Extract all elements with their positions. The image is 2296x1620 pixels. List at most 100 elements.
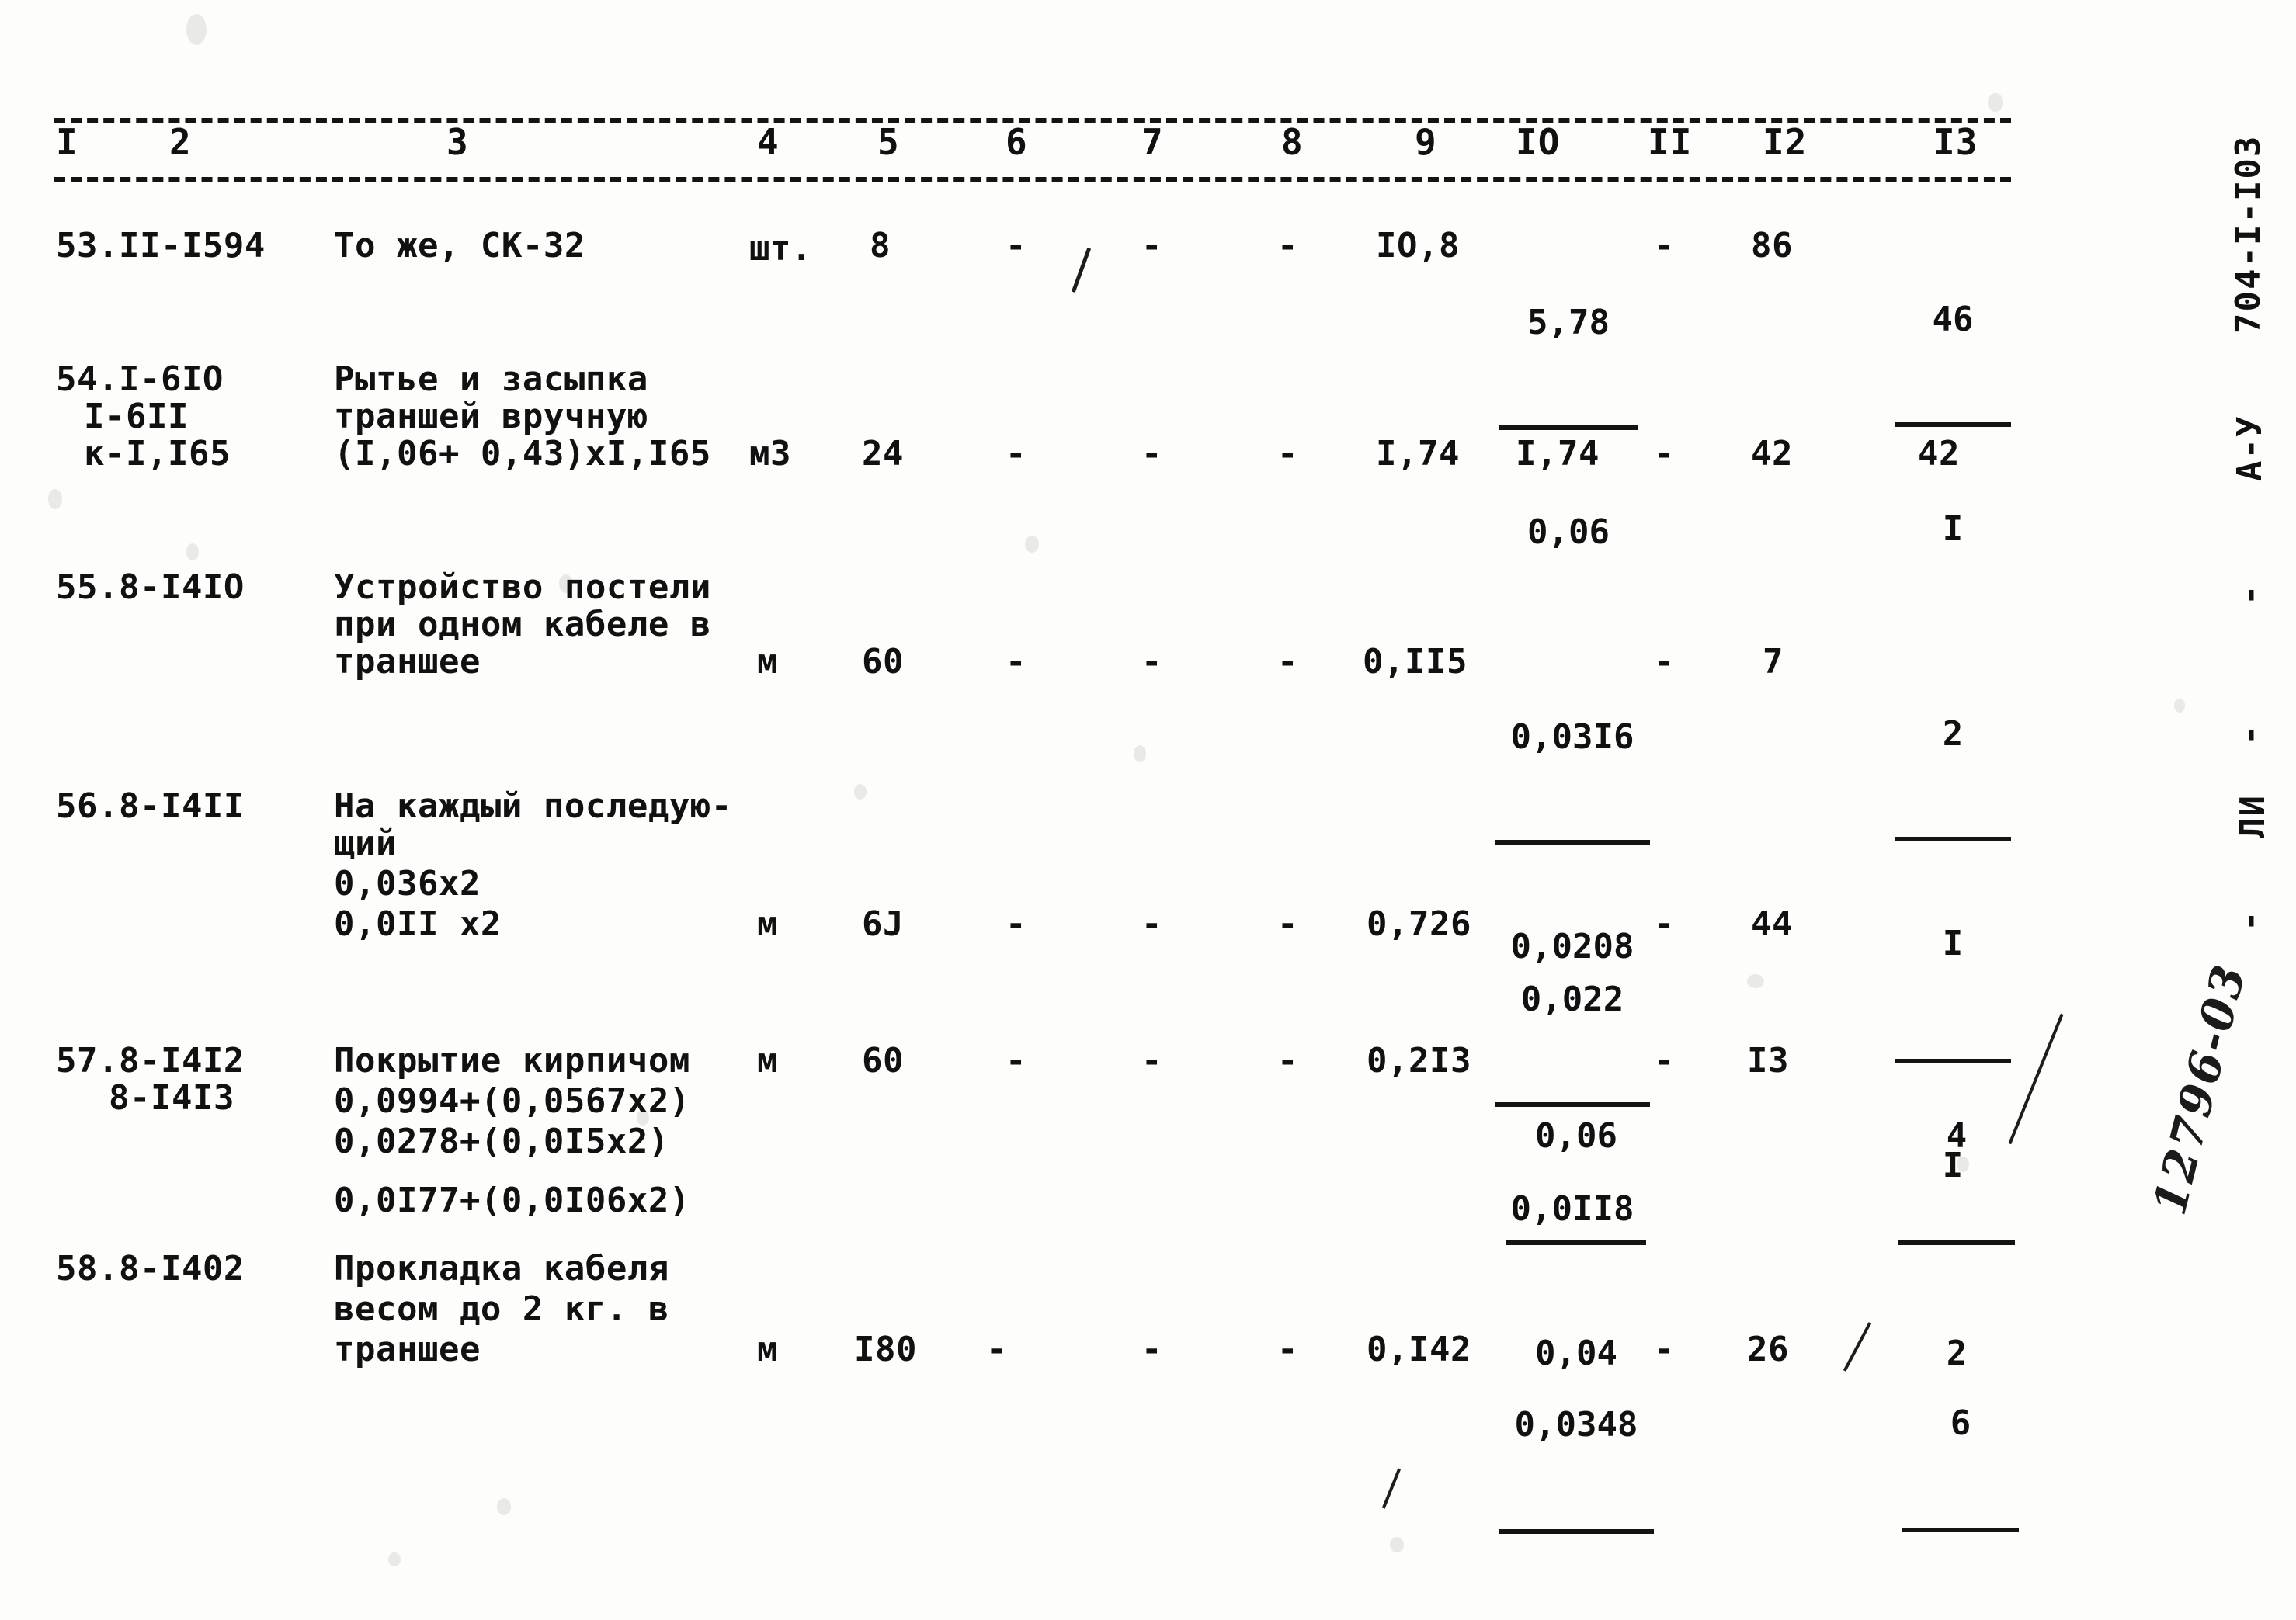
row-col11: -	[1654, 642, 1675, 682]
row-col8: -	[1277, 904, 1298, 944]
row-description-line: Рытье и засыпка	[334, 359, 648, 399]
row-col7: -	[1141, 434, 1162, 474]
column-header-12: I2	[1763, 121, 1808, 163]
row-code-line3: к-I,I65	[84, 434, 231, 474]
row-col8: -	[1277, 1330, 1298, 1369]
row-col7: -	[1141, 642, 1162, 682]
row-col10-fraction: 0,0348 0,0I47	[1499, 1324, 1654, 1620]
handwritten-archive-number: 12796-03	[2143, 958, 2256, 1220]
row-col12: 86	[1751, 226, 1793, 265]
row-description-line: На каждый последую-	[334, 786, 732, 826]
row-description-line: 0,0I77+(0,0I06х2)	[334, 1181, 690, 1220]
row-description-line: траншей вручную	[334, 397, 648, 436]
row-description-line: (I,06+ 0,43)xI,I65	[334, 434, 711, 474]
fraction-denominator: 0,06	[1527, 512, 1610, 552]
row-description-line: щий	[334, 824, 397, 863]
row-col11: -	[1654, 1041, 1675, 1081]
row-description-line: То же, СК-32	[334, 226, 585, 265]
row-code: 54.I-6IO	[56, 359, 224, 399]
row-col6: -	[986, 1330, 1007, 1369]
row-col7: -	[1141, 1330, 1162, 1369]
row-quantity: 24	[862, 434, 904, 474]
row-col9: 0,II5	[1363, 642, 1468, 682]
row-col11: -	[1654, 904, 1675, 944]
row-col13-fraction: 46 I	[1895, 219, 2011, 630]
row-col7: -	[1141, 904, 1162, 944]
row-unit: м3	[749, 434, 791, 474]
scan-blotch	[2174, 699, 2185, 713]
row-description-line: 0,0278+(0,0I5х2)	[334, 1122, 669, 1161]
row-col12: 26	[1747, 1330, 1789, 1369]
row-col12: 44	[1751, 904, 1793, 944]
row-code: 58.8-I402	[56, 1249, 245, 1289]
fraction-numerator: 2	[1942, 714, 1964, 754]
margin-dash-2: -	[2230, 724, 2270, 746]
row-unit: шт.	[749, 229, 812, 269]
row-col10-fraction: 5,78 0,06	[1499, 222, 1638, 633]
table-top-rule	[54, 118, 2011, 123]
margin-label: ЛИ	[2233, 794, 2273, 838]
column-header-3: 3	[446, 121, 469, 163]
row-quantity: 6J	[862, 904, 904, 944]
column-header-10: IO	[1516, 121, 1561, 163]
row-col8: -	[1277, 1041, 1298, 1081]
scan-pen-stroke	[1843, 1322, 1872, 1372]
row-description-line: траншее	[334, 642, 481, 682]
scan-blotch	[1988, 93, 2003, 112]
row-col6: -	[1006, 226, 1026, 265]
column-header-4: 4	[757, 121, 780, 163]
column-header-2: 2	[169, 121, 192, 163]
row-quantity: I80	[854, 1330, 917, 1369]
scan-pen-stroke	[1381, 1468, 1402, 1509]
row-col8: -	[1277, 434, 1298, 474]
row-unit: м	[757, 1330, 778, 1369]
fraction-numerator: 0,022	[1520, 980, 1624, 1019]
row-col6: -	[1006, 904, 1026, 944]
scan-blotch	[1134, 745, 1146, 762]
scan-pen-stroke	[1071, 247, 1092, 293]
scan-blotch	[186, 14, 207, 45]
fraction-denominator: I	[1942, 509, 1964, 549]
fraction-numerator: 0,03I6	[1510, 717, 1634, 757]
row-unit: м	[757, 642, 778, 682]
row-code: 56.8-I4II	[56, 786, 245, 826]
fraction-numerator: 0,06	[1535, 1116, 1617, 1156]
row-col9: 0,2I3	[1367, 1041, 1471, 1081]
row-col9: I,74	[1376, 434, 1460, 474]
scan-blotch	[1747, 974, 1764, 988]
row-description-line: Покрытие кирпичом	[334, 1041, 690, 1081]
row-col6: -	[1006, 642, 1026, 682]
fraction-numerator: 6	[1950, 1403, 1971, 1443]
scanned-page: I 2 3 4 5 6 7 8 9 IO II I2 I3 53.II-I594…	[0, 0, 2296, 1620]
margin-sheet-code: 704-I-I03	[2228, 134, 2268, 334]
column-header-11: II	[1648, 121, 1693, 163]
column-header-13: I3	[1933, 121, 1978, 163]
fraction-bar	[1895, 422, 2011, 427]
row-code-line2: 8-I4I3	[109, 1078, 234, 1118]
row-description-line: 0,036х2	[334, 864, 481, 904]
scan-blotch	[854, 784, 867, 800]
row-col6: -	[1006, 434, 1026, 474]
row-description-line: 0,0II х2	[334, 904, 502, 944]
fraction-bar	[1902, 1528, 2019, 1532]
row-col12: 7	[1763, 642, 1784, 682]
fraction-bar	[1895, 837, 2011, 841]
scan-blotch	[497, 1498, 511, 1515]
row-col11: -	[1654, 1330, 1675, 1369]
fraction-bar	[1898, 1240, 2015, 1245]
row-col11: -	[1654, 434, 1675, 474]
column-header-1: I	[56, 121, 78, 163]
row-col10: I,74	[1516, 434, 1600, 474]
row-code: 57.8-I4I2	[56, 1041, 245, 1081]
row-description-line: при одном кабеле в	[334, 605, 711, 644]
margin-dash-1: -	[2230, 585, 2270, 606]
row-col13-fraction: 6 3	[1902, 1323, 2019, 1620]
row-col6: -	[1006, 1041, 1026, 1081]
scan-blotch	[388, 1552, 401, 1566]
row-col13: 42	[1918, 434, 1960, 474]
margin-series: А-У	[2230, 415, 2270, 481]
row-description-line: 0,0994+(0,0567х2)	[334, 1081, 690, 1121]
column-header-8: 8	[1281, 121, 1304, 163]
row-col7: -	[1141, 1041, 1162, 1081]
row-description-line: Прокладка кабеля	[334, 1249, 669, 1289]
